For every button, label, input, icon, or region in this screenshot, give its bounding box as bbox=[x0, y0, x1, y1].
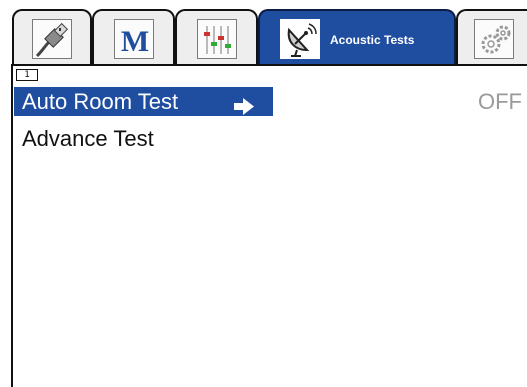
arrow-right-icon bbox=[234, 93, 254, 115]
gears-icon bbox=[474, 19, 514, 59]
page-indicator: 1 bbox=[16, 69, 38, 81]
satellite-dish-icon bbox=[280, 19, 320, 59]
tab-label: Acoustic Tests bbox=[330, 33, 415, 47]
menu-item-value: OFF bbox=[478, 89, 522, 114]
svg-text:M: M bbox=[121, 25, 149, 58]
usb-connector-icon bbox=[32, 19, 72, 59]
menu-item-auto-room-test[interactable]: Auto Room Test bbox=[14, 87, 273, 116]
tab-bar: M Acoustic Tests bbox=[0, 0, 527, 66]
tab-m[interactable]: M bbox=[92, 9, 175, 65]
panel-border bbox=[11, 64, 13, 387]
tab-bar-divider bbox=[11, 64, 527, 66]
tab-equalizer[interactable] bbox=[175, 9, 258, 65]
tab-settings[interactable] bbox=[456, 9, 527, 65]
equalizer-icon bbox=[197, 19, 237, 59]
m-logo-icon: M bbox=[114, 19, 154, 59]
tab-connection[interactable] bbox=[12, 9, 92, 65]
menu-item-label: Advance Test bbox=[22, 126, 154, 151]
tab-acoustic-tests[interactable]: Acoustic Tests bbox=[258, 9, 456, 65]
menu-item-label: Auto Room Test bbox=[22, 89, 179, 114]
menu-item-advance-test[interactable]: Advance Test bbox=[14, 124, 154, 153]
